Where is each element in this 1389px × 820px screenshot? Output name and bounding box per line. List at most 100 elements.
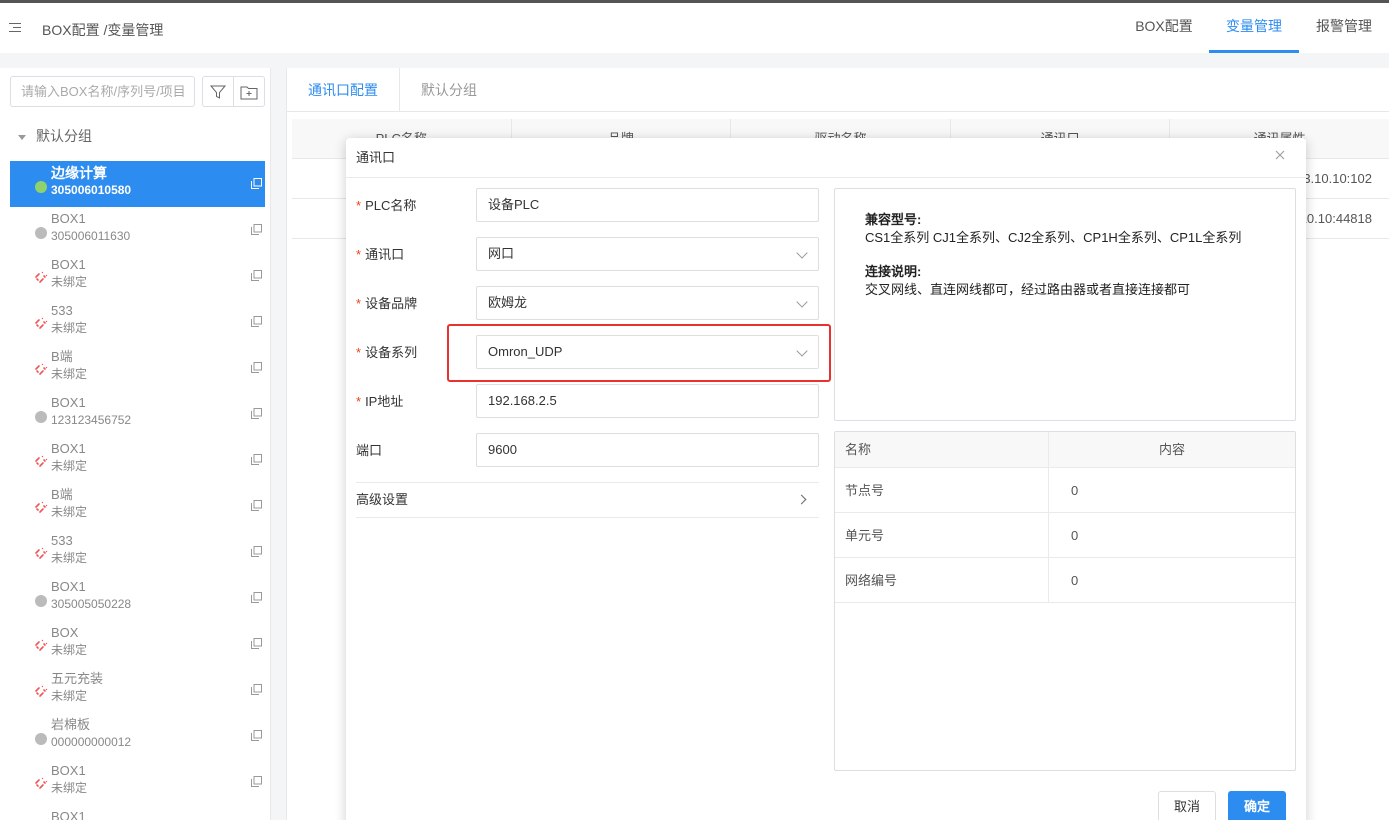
port-type-select[interactable]: 网口 [476,237,819,271]
tab-comm-port-config[interactable]: 通讯口配置 [287,68,400,111]
sidebar-item[interactable]: 533 未绑定 [10,529,265,575]
port-input[interactable]: 9600 [476,433,819,467]
sidebar-item-name: 533 [51,533,73,548]
tab-variable-management[interactable]: 变量管理 [1209,3,1299,53]
param-value[interactable]: 0 [1049,468,1078,512]
sidebar-item-serial: 000000000012 [51,735,132,749]
box-search-input[interactable] [10,76,195,107]
copy-icon[interactable] [251,224,262,235]
copy-icon[interactable] [251,316,262,327]
sidebar-item-name: B端 [51,487,73,502]
form-row-plc-name: * PLC名称 设备PLC [356,188,819,237]
form-row-port: 端口 9600 [356,433,819,482]
status-dot [35,733,47,745]
sidebar-item-name: 边缘计算 [51,165,107,181]
param-table-header: 名称 内容 [835,432,1295,468]
confirm-button[interactable]: 确定 [1228,791,1286,820]
plc-name-input[interactable]: 设备PLC [476,188,819,222]
subtabs: 通讯口配置 默认分组 [287,68,1389,112]
copy-icon[interactable] [251,178,262,189]
copy-icon[interactable] [251,454,262,465]
sidebar-item-serial: 未绑定 [51,321,88,335]
sidebar-item-serial: 未绑定 [51,505,88,519]
menu-collapse-icon[interactable] [9,23,21,33]
comm-attr-cell: 3.10.10:102 [1303,171,1372,186]
sidebar-item[interactable]: 边缘计算 305006010580 [10,161,265,207]
sidebar-item[interactable]: BOX1 [10,805,265,820]
sidebar-item[interactable]: BOX1 305006011630 [10,207,265,253]
param-name: 网络编号 [835,558,1049,602]
tab-default-group[interactable]: 默认分组 [400,68,498,111]
sidebar-item-serial: 未绑定 [51,367,88,381]
sidebar-item[interactable]: BOX1 123123456752 [10,391,265,437]
sidebar-item[interactable]: BOX1 305005050228 [10,575,265,621]
ip-input[interactable]: 192.168.2.5 [476,384,819,418]
compat-text: CS1全系列 CJ1全系列、CJ2全系列、CP1H全系列、CP1L全系列 [865,230,1242,245]
sidebar-item[interactable]: BOX1 未绑定 [10,253,265,299]
required-mark: * [356,247,362,262]
conn-title: 连接说明: [865,264,922,279]
form-row-port-type: * 通讯口 网口 [356,237,819,286]
filter-button[interactable] [202,76,234,107]
advanced-settings-label: 高级设置 [356,492,409,507]
sidebar-item-name: BOX1 [51,441,86,456]
sidebar-item[interactable]: 533 未绑定 [10,299,265,345]
col-name: 名称 [835,432,1049,467]
compat-title: 兼容型号: [865,212,922,227]
tab-alarm-management[interactable]: 报警管理 [1299,3,1389,53]
col-value: 内容 [1158,442,1185,457]
param-value[interactable]: 0 [1049,558,1078,602]
sidebar-item-serial: 305006011630 [51,229,131,243]
close-icon[interactable] [1275,150,1285,160]
copy-icon[interactable] [251,684,262,695]
add-group-button[interactable] [233,76,265,107]
sidebar-item[interactable]: 岩棉板 000000000012 [10,713,265,759]
unlink-icon [35,639,48,651]
sidebar-item-serial: 未绑定 [51,689,88,703]
tab-box-config[interactable]: BOX配置 [1119,3,1209,53]
param-name: 单元号 [835,513,1049,557]
chevron-down-icon [796,296,808,308]
sidebar-item[interactable]: B端 未绑定 [10,345,265,391]
status-dot [35,227,47,239]
sidebar-item-serial: 未绑定 [51,643,88,657]
advanced-settings[interactable]: 高级设置 [356,482,819,518]
conn-text: 交叉网线、直连网线都可，经过路由器或者直接连接都可 [865,282,1191,297]
copy-icon[interactable] [251,408,262,419]
brand-select[interactable]: 欧姆龙 [476,286,819,320]
sidebar-item-name: BOX1 [51,211,86,226]
sidebar-item[interactable]: B端未绑定 [10,483,265,529]
copy-icon[interactable] [251,546,262,557]
copy-icon[interactable] [251,500,262,511]
sidebar-item[interactable]: BOX1 未绑定 [10,759,265,805]
sidebar-item[interactable]: BOX1 未绑定 [10,437,265,483]
copy-icon[interactable] [251,730,262,741]
caret-down-icon [18,135,26,140]
copy-icon[interactable] [251,592,262,603]
group-label: 默认分组 [36,128,92,144]
sidebar: 默认分组 边缘计算305006010580BOX1305006011630BOX… [0,68,271,820]
unlink-icon [35,317,48,329]
port-label: 端口 [356,443,383,458]
sidebar-item[interactable]: BOX 未绑定 [10,621,265,667]
group-default[interactable]: 默认分组 [18,126,92,146]
unlink-icon [35,455,48,467]
unlink-icon [35,777,48,789]
param-value[interactable]: 0 [1049,513,1078,557]
copy-icon[interactable] [251,776,262,787]
comm-port-dialog: 通讯口 * PLC名称 设备PLC * 通讯口 网口 * 设备品牌 欧姆龙 * 设备系列… [346,138,1306,820]
sidebar-item-name: BOX [51,625,79,640]
copy-icon[interactable] [251,362,262,373]
param-name: 节点号 [835,468,1049,512]
sidebar-item[interactable]: 五元充装 未绑定 [10,667,265,713]
plc-name-label: PLC名称 [365,198,417,213]
param-table: 名称 内容 节点号 0 单元号 0 网络编号 0 [834,431,1296,771]
status-dot [35,411,47,423]
sidebar-item-name: 533 [51,303,73,318]
copy-icon[interactable] [251,638,262,649]
unlink-icon [35,271,48,283]
copy-icon[interactable] [251,270,262,281]
sidebar-item-name: BOX1 [51,763,86,778]
sidebar-item-serial: 305005050228 [51,597,132,611]
cancel-button[interactable]: 取消 [1158,791,1216,820]
